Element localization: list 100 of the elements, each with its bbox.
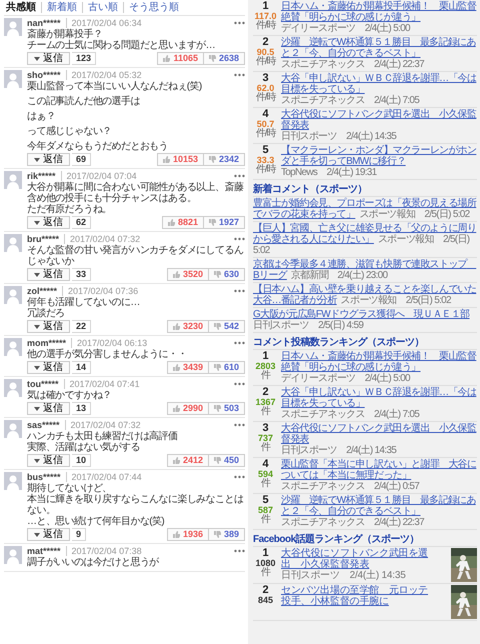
article-link[interactable]: 大谷代役にソフトバンク武田を選出 小久保監督発表 xyxy=(281,548,434,570)
comment-news-entry[interactable]: 【巨人】宮國、亡き父に雄姿見せる「父のように周りから愛される人になりたい」 スポーツ報知 2/5(日) 5:02 xyxy=(253,222,477,258)
user-name: sho***** xyxy=(27,70,61,80)
reply-button[interactable]: 返信 xyxy=(27,320,70,333)
dislike-button[interactable]: 1927 xyxy=(204,216,245,229)
caret-icon xyxy=(34,158,40,162)
comment-time: 2017/02/04 07:36 xyxy=(62,286,138,296)
rank-number: 3 xyxy=(261,73,270,84)
article-link[interactable]: 日本ハム・斎藤佑が開幕投手候補！ 栗山監督絶賛「明らかに球の感じが違う」 xyxy=(281,1,477,23)
thumbs-up-icon xyxy=(172,323,180,330)
caret-icon xyxy=(34,272,40,276)
reply-button[interactable]: 返信 xyxy=(27,52,70,65)
comment-news-entry[interactable]: 【日本ハム】高い壁を乗り越えることを楽しんでいた大谷…番記者が分析 スポーツ報知 2/5(日) 5:02 xyxy=(253,283,477,308)
more-icon xyxy=(234,549,245,553)
reply-button[interactable]: 返信 xyxy=(27,454,70,467)
score-unit: 件 xyxy=(260,407,272,417)
ranking-score: 2803 xyxy=(254,362,277,371)
comment-news-entry[interactable]: 京都は今季最多４連勝、滋賀も快勝で連敗ストップ Bリーグ 京都新聞 2/4(土) 23:00 xyxy=(253,258,477,283)
thumbs-up-icon xyxy=(168,219,175,226)
reply-count: 22 xyxy=(72,320,92,333)
dislike-button[interactable]: 610 xyxy=(208,361,245,374)
article-link[interactable]: 沙羅 逆転でW杯通算５１勝目 最多記録にあと２「今、自分のできるベスト」 xyxy=(281,495,477,517)
caret-icon xyxy=(34,366,40,370)
comment-news-entry[interactable]: 豊富士が婚約会見、プロポーズは「夜景の見える場所でバラの花束を持って」 スポーツ報知 2/5(日) 5:02 xyxy=(253,197,477,222)
user-name: nan***** xyxy=(27,18,61,28)
score-unit: 件 xyxy=(260,568,272,578)
like-button[interactable]: 10153 xyxy=(156,153,204,166)
reply-button[interactable]: 返信 xyxy=(27,216,70,229)
dislike-button[interactable]: 2342 xyxy=(204,153,245,166)
comment-text-line: って感じじゃない？ xyxy=(27,126,112,137)
thumbs-down-icon xyxy=(214,531,221,538)
article-source: TopNews 2/4(土) 19:31 xyxy=(281,167,378,178)
caret-icon xyxy=(34,458,40,462)
sort-tab[interactable]: 新着順 xyxy=(41,2,82,13)
comment-news-entry[interactable]: G大阪が元広島FWドウグラス獲得へ 現ＵＡＥ１部 日刊スポーツ 2/5(日) 4:59 xyxy=(253,308,477,333)
more-icon xyxy=(234,289,245,293)
comment-time: 2017/02/04 07:32 xyxy=(64,420,141,430)
rank-number: 2 xyxy=(261,37,270,48)
user-name: sas***** xyxy=(27,420,60,430)
article-link[interactable]: 【マクラーレン・ホンダ】マクラーレンがホンダと手を切ってBMWに移行？ xyxy=(281,145,477,167)
dislike-button[interactable]: 503 xyxy=(208,402,245,415)
reply-button[interactable]: 返信 xyxy=(27,361,70,374)
avatar-icon xyxy=(4,286,22,304)
thumbs-down-icon xyxy=(214,364,221,371)
like-button[interactable]: 2412 xyxy=(166,454,209,467)
thumbs-up-icon xyxy=(172,364,180,371)
caret-icon xyxy=(34,532,40,536)
like-button[interactable]: 3439 xyxy=(166,361,209,374)
user-name: mat***** xyxy=(27,546,61,556)
reply-button[interactable]: 返信 xyxy=(27,153,70,166)
like-button[interactable]: 11065 xyxy=(157,52,204,65)
thumbs-down-icon xyxy=(214,405,221,412)
comment-text-line: 大谷が開幕に間に合わない可能性がある以上、斎藤含め他の投手にも十分チャンスはある。 xyxy=(27,182,244,204)
dislike-button[interactable]: 630 xyxy=(208,268,245,281)
avatar-icon xyxy=(4,18,22,36)
rank-number: 4 xyxy=(261,109,270,120)
reply-button[interactable]: 返信 xyxy=(27,402,70,415)
article-source: 日刊スポーツ 2/4(土) 14:35 xyxy=(281,570,407,581)
dislike-button[interactable]: 2638 xyxy=(204,52,245,65)
dislike-button[interactable]: 389 xyxy=(208,528,245,541)
article-link[interactable]: 大谷「申し訳ない」ＷＢＣ辞退を謝罪…「今は目標を失っている」 xyxy=(281,73,477,95)
like-button[interactable]: 1936 xyxy=(166,528,209,541)
thumbs-up-icon xyxy=(162,156,170,163)
thumbs-down-icon xyxy=(214,457,221,464)
dislike-button[interactable]: 450 xyxy=(208,454,245,467)
article-link[interactable]: 栗山監督「本当に申し訳ない」と謝罪 大谷については「本当に無理だった」 xyxy=(281,459,477,481)
rank-number: 1 xyxy=(261,1,270,12)
reply-count: 33 xyxy=(72,268,92,281)
rank-number: 5 xyxy=(261,495,270,506)
article-source: 日刊スポーツ 2/4(土) 14:35 xyxy=(281,445,398,456)
sort-tab[interactable]: 古い順 xyxy=(82,2,123,13)
sort-tab[interactable]: そう思う順 xyxy=(123,2,184,13)
score-unit: 件/時 xyxy=(254,21,277,31)
like-button[interactable]: 3520 xyxy=(166,268,209,281)
reply-count: 123 xyxy=(72,52,96,65)
score-unit: 件/時 xyxy=(254,129,277,139)
like-button[interactable]: 8821 xyxy=(162,216,204,229)
reply-button[interactable]: 返信 xyxy=(27,528,70,541)
comment-text-line: 冗談だろ xyxy=(27,308,65,319)
article-link[interactable]: 日本ハム・斎藤佑が開幕投手候補！ 栗山監督絶賛「明らかに球の感じが違う」 xyxy=(281,351,477,373)
ranking-score: 587 xyxy=(256,506,274,515)
comment-text-line: 気は確かですかね？ xyxy=(27,390,112,401)
rank-number: 5 xyxy=(261,145,270,156)
like-button[interactable]: 3230 xyxy=(166,320,209,333)
sort-tab[interactable]: 共感順 xyxy=(6,2,41,13)
article-link[interactable]: 大谷代役にソフトバンク武田を選出 小久保監督発表 xyxy=(281,109,477,131)
section-heading: コメント投稿数ランキング（スポーツ） xyxy=(253,333,477,350)
article-link[interactable]: センバツ出場の至学館 元ロッテ投手、小林監督の手腕に xyxy=(281,585,434,607)
article-link[interactable]: 大谷代役にソフトバンク武田を選出 小久保監督発表 xyxy=(281,423,477,445)
ranking-score: 737 xyxy=(256,434,274,443)
comment-time: 2017/02/04 07:44 xyxy=(66,472,142,482)
article-link[interactable]: 沙羅 逆転でW杯通算５１勝目 最多記録にあと２「今、自分のできるベスト」 xyxy=(281,37,477,59)
article-link[interactable]: 大谷「申し訳ない」ＷＢＣ辞退を謝罪…「今は目標を失っている」 xyxy=(281,387,477,409)
reply-button[interactable]: 返信 xyxy=(27,268,70,281)
like-button[interactable]: 2990 xyxy=(166,402,209,415)
ranking-score: 845 xyxy=(256,596,274,605)
rank-number: 3 xyxy=(261,423,270,434)
score-unit: 件 xyxy=(260,479,272,489)
score-unit: 件/時 xyxy=(254,165,277,175)
dislike-button[interactable]: 542 xyxy=(208,320,245,333)
